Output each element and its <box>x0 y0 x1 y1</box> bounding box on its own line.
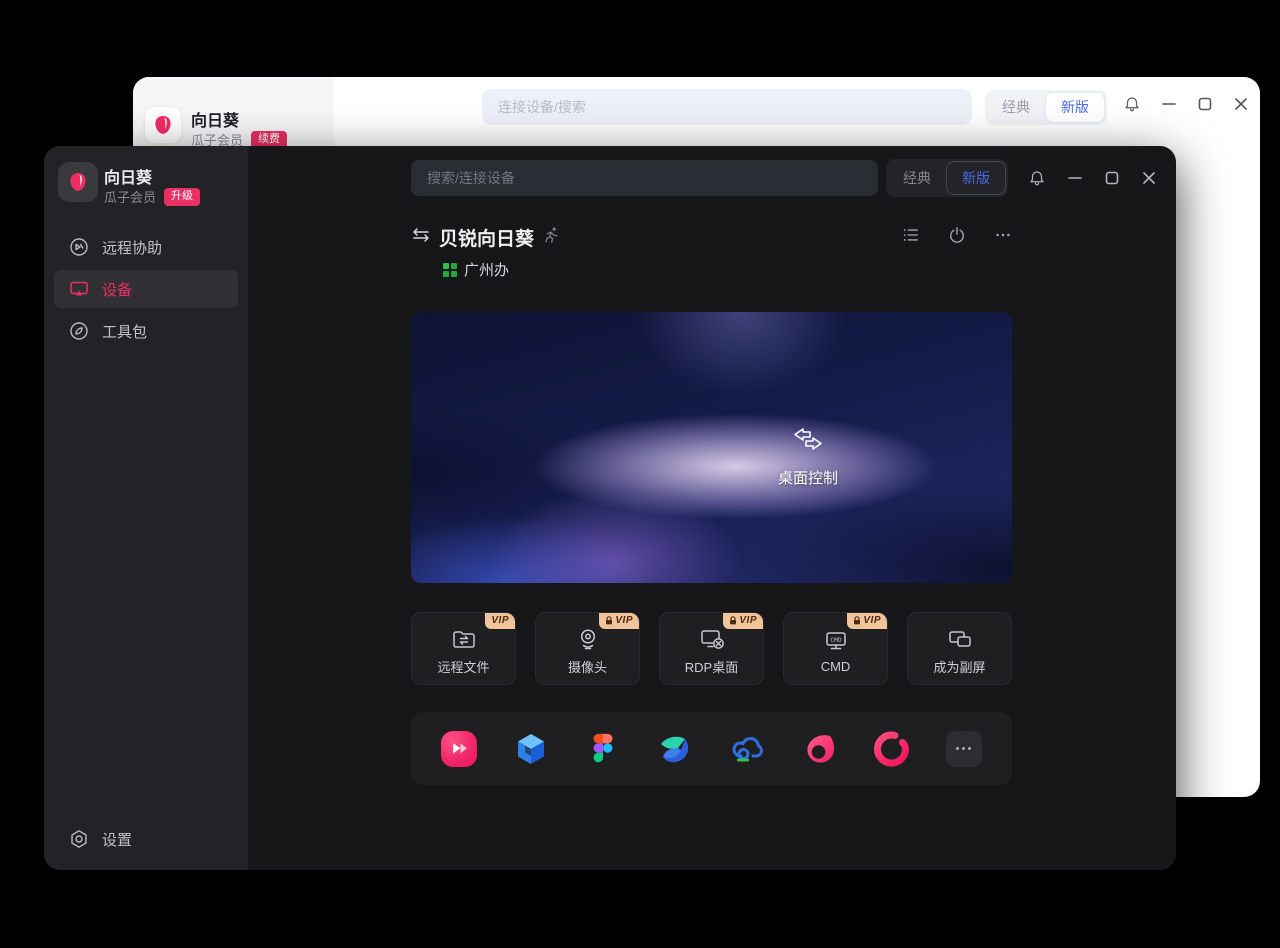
power-icon[interactable] <box>948 226 966 249</box>
app-logo-icon <box>58 162 98 202</box>
app-title: 向日葵 <box>104 164 152 188</box>
view-toggle: 经典 新版 <box>886 159 1008 197</box>
control-arrows-icon <box>790 424 826 459</box>
card-label: 远程文件 <box>437 657 489 676</box>
settings-label: 设置 <box>102 829 132 850</box>
minimize-button[interactable] <box>1161 96 1177 112</box>
desktop-control-button[interactable]: 桌面控制 <box>743 424 873 488</box>
second-screen-card[interactable]: 成为副屏 <box>907 612 1012 685</box>
sidebar-item-settings[interactable]: 设置 <box>54 820 238 858</box>
app-dock <box>411 712 1012 785</box>
group-grid-icon <box>443 263 457 277</box>
cmd-terminal-icon: CMD <box>822 627 850 655</box>
pink-ring-logo[interactable] <box>874 731 910 767</box>
main-panel: 经典 新版 贝锐向日葵 广州办 <box>248 146 1176 870</box>
close-button[interactable] <box>1233 96 1249 112</box>
app-title: 向日葵 <box>191 107 239 131</box>
modern-tab[interactable]: 新版 <box>1045 92 1105 123</box>
topbar: 经典 新版 <box>248 159 1176 197</box>
view-toggle: 经典 新版 <box>985 90 1107 125</box>
dock-more-button[interactable] <box>946 731 982 767</box>
camera-card[interactable]: VIP 摄像头 <box>535 612 640 685</box>
main-window: 向日葵 瓜子会员 升级 远程协助 设备 工具包 设置 <box>44 146 1176 870</box>
search-input[interactable] <box>411 160 878 196</box>
webcam-icon <box>574 625 602 653</box>
remote-files-card[interactable]: VIP 远程文件 <box>411 612 516 685</box>
membership-label: 瓜子会员 <box>104 187 156 206</box>
card-label: 摄像头 <box>568 657 607 676</box>
minimize-button[interactable] <box>1067 170 1083 191</box>
notification-bell-icon[interactable] <box>1028 169 1046 192</box>
folder-transfer-icon <box>450 625 478 653</box>
figma-logo[interactable] <box>585 731 621 767</box>
classic-tab[interactable]: 经典 <box>888 161 946 195</box>
vip-badge: VIP <box>485 613 515 629</box>
teal-bird-logo[interactable] <box>657 731 693 767</box>
upgrade-badge[interactable]: 升级 <box>164 188 200 206</box>
card-label: 成为副屏 <box>933 657 985 676</box>
blue-cube-logo[interactable] <box>513 731 549 767</box>
device-group[interactable]: 广州办 <box>443 259 509 280</box>
sidebar-item-toolkit[interactable]: 工具包 <box>54 312 238 350</box>
svg-text:CMD: CMD <box>830 637 841 644</box>
classic-tab[interactable]: 经典 <box>987 92 1045 123</box>
vip-badge-locked: VIP <box>847 613 887 629</box>
sidebar-item-devices[interactable]: 设备 <box>54 270 238 308</box>
sidebar: 向日葵 瓜子会员 升级 远程协助 设备 工具包 设置 <box>44 146 248 870</box>
notification-bell-icon[interactable] <box>1123 95 1141 113</box>
sidebar-item-label: 远程协助 <box>102 237 162 258</box>
search-input[interactable] <box>482 89 972 125</box>
device-list-icon[interactable] <box>902 226 920 249</box>
app-logo-icon <box>145 107 181 143</box>
group-name: 广州办 <box>464 259 509 280</box>
device-title: 贝锐向日葵 <box>439 224 534 251</box>
maximize-button[interactable] <box>1104 170 1120 191</box>
sidebar-item-remote-assist[interactable]: 远程协助 <box>54 228 238 266</box>
pink-drop-logo[interactable] <box>802 731 838 767</box>
dual-screen-icon <box>946 625 974 653</box>
rdp-desktop-card[interactable]: VIP RDP桌面 <box>659 612 764 685</box>
sidebar-nav: 远程协助 设备 工具包 <box>44 224 248 354</box>
card-label: RDP桌面 <box>685 657 738 676</box>
rdp-monitor-icon <box>698 625 726 653</box>
feature-cards: VIP 远程文件 VIP 摄像头 VIP RDP桌面 VIP CMD CMD <box>411 612 1012 685</box>
pink-play-logo[interactable] <box>441 731 477 767</box>
cmd-card[interactable]: VIP CMD CMD <box>783 612 888 685</box>
card-label: CMD <box>821 659 851 674</box>
runner-status-icon <box>542 226 560 249</box>
sidebar-item-label: 工具包 <box>102 321 147 342</box>
close-button[interactable] <box>1141 170 1157 191</box>
modern-tab[interactable]: 新版 <box>946 161 1006 195</box>
switch-device-icon[interactable] <box>411 226 431 249</box>
blue-cloud-logo[interactable] <box>730 731 766 767</box>
vip-badge-locked: VIP <box>723 613 763 629</box>
more-options-icon[interactable] <box>994 226 1012 249</box>
desktop-control-label: 桌面控制 <box>778 467 838 488</box>
sidebar-item-label: 设备 <box>102 279 132 300</box>
device-screen-preview: 桌面控制 桌面观看 <box>411 312 1012 583</box>
vip-badge-locked: VIP <box>599 613 639 629</box>
maximize-button[interactable] <box>1197 96 1213 112</box>
